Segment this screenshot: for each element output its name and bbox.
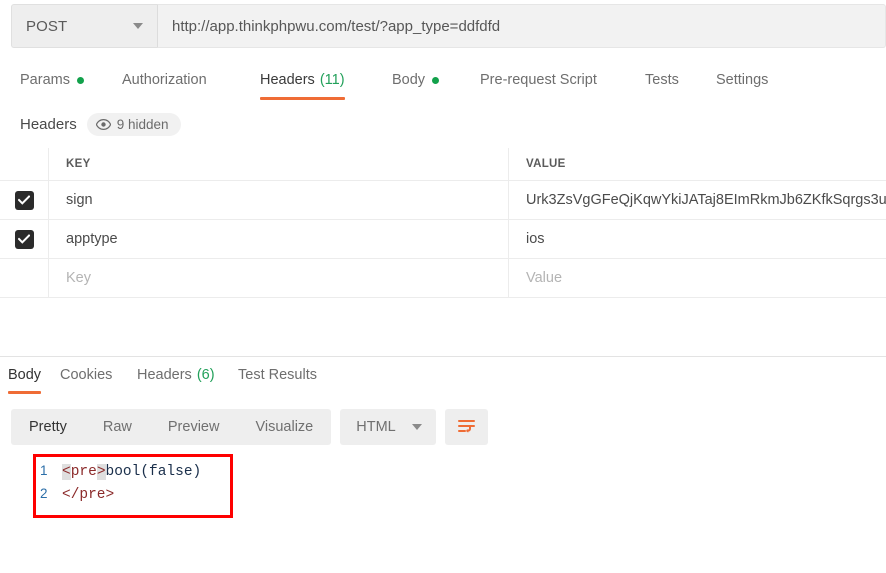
headers-table: KEY VALUE sign Urk3ZsVgGFeQjKqwYkiJATaj8E…	[0, 148, 886, 298]
row-checkbox-cell[interactable]	[0, 181, 49, 219]
view-mode-visualize[interactable]: Visualize	[237, 409, 331, 445]
response-tab-body[interactable]: Body	[8, 365, 42, 394]
response-tabs: Body Cookies Headers (6) Test Results	[0, 365, 886, 397]
code-line-content: </pre>	[62, 487, 115, 503]
view-mode-preview[interactable]: Preview	[150, 409, 238, 445]
tab-label: Params	[20, 72, 70, 88]
row-checkbox[interactable]	[14, 190, 34, 210]
line-number: 2	[40, 486, 48, 501]
request-tab-authorization[interactable]: Authorization	[122, 70, 207, 100]
tab-label: Body	[392, 72, 426, 88]
hidden-headers-toggle[interactable]: 9 hidden	[86, 113, 181, 136]
row-key-cell[interactable]: Key	[49, 259, 509, 297]
row-value-cell[interactable]: Value	[509, 259, 886, 297]
tab-status-dot	[432, 76, 440, 84]
word-wrap-icon	[458, 420, 476, 433]
view-mode-pretty[interactable]: Pretty	[11, 409, 85, 445]
request-url-bar: POST http://app.thinkphpwu.com/test/?app…	[11, 4, 886, 48]
response-format-select[interactable]: HTML	[340, 409, 437, 445]
line-number: 1	[40, 463, 48, 478]
tab-label: Headers	[260, 72, 315, 88]
table-row: apptype ios	[0, 220, 886, 259]
tab-label: Body	[8, 367, 42, 383]
code-token-text: bool(false)	[105, 464, 202, 480]
tab-label: Settings	[716, 72, 769, 88]
request-tab-pre-request-script[interactable]: Pre-request Script	[480, 70, 597, 100]
request-tabs: Params Authorization Headers (11) Body Pre-re…	[0, 70, 886, 106]
tab-count-badge: (6)	[196, 367, 215, 383]
response-tab-test-results[interactable]: Test Results	[238, 365, 317, 394]
value-input-placeholder: Value	[526, 270, 563, 286]
response-format-label: HTML	[356, 419, 396, 435]
row-value-cell[interactable]: Urk3ZsVgGFeQjKqwYkiJATaj8EImRkmJb6ZKfkSq…	[509, 181, 886, 219]
key-input-placeholder: Key	[66, 270, 91, 286]
column-header-key: KEY	[66, 158, 91, 170]
word-wrap-button[interactable]	[445, 409, 489, 445]
value-value: Urk3ZsVgGFeQjKqwYkiJATaj8EImRkmJb6ZKfkSq…	[526, 192, 886, 208]
tab-label: Headers	[137, 367, 192, 383]
tab-status-dot	[76, 76, 84, 84]
active-tab-underline	[8, 391, 42, 394]
response-tab-cookies[interactable]: Cookies	[60, 365, 112, 394]
key-value: sign	[66, 192, 93, 208]
row-checkbox[interactable]	[14, 229, 34, 249]
response-toolbar: Pretty Raw Preview Visualize HTML	[11, 409, 489, 445]
response-view-mode-group: Pretty Raw Preview Visualize	[11, 409, 332, 445]
http-method-label: POST	[26, 17, 68, 35]
code-token-open-bracket: <	[62, 464, 71, 480]
view-mode-raw[interactable]: Raw	[85, 409, 150, 445]
tab-label: Pre-request Script	[480, 72, 597, 88]
response-body-code[interactable]: 1 <pre>bool(false) 2 </pre>	[33, 454, 233, 518]
url-input[interactable]: http://app.thinkphpwu.com/test/?app_type…	[157, 4, 886, 48]
table-row: sign Urk3ZsVgGFeQjKqwYkiJATaj8EImRkmJb6ZK…	[0, 181, 886, 220]
key-value: apptype	[66, 231, 118, 247]
row-checkbox-cell[interactable]	[0, 259, 49, 297]
check-icon	[18, 234, 30, 244]
code-token-tag: pre	[70, 464, 97, 480]
code-line: 1 <pre>bool(false)	[40, 463, 220, 486]
tab-label: Authorization	[122, 72, 207, 88]
tab-count-badge: (11)	[319, 72, 345, 88]
code-line: 2 </pre>	[40, 486, 220, 509]
table-header-row: KEY VALUE	[0, 148, 886, 181]
request-tab-params[interactable]: Params	[20, 70, 84, 100]
panel-splitter[interactable]	[0, 356, 886, 357]
check-icon	[18, 195, 30, 205]
value-value: ios	[526, 231, 545, 247]
header-cell-value: VALUE	[509, 148, 886, 180]
hidden-headers-label: 9 hidden	[116, 117, 169, 132]
table-row: Key Value	[0, 259, 886, 298]
tab-label: Cookies	[60, 367, 113, 383]
chevron-down-icon	[133, 23, 143, 29]
request-tab-headers[interactable]: Headers (11)	[260, 70, 345, 100]
row-key-cell[interactable]: apptype	[49, 220, 509, 258]
header-cell-checkbox	[0, 148, 49, 180]
code-line-content: <pre>bool(false)	[62, 464, 201, 480]
row-checkbox-cell[interactable]	[0, 220, 49, 258]
eye-icon	[95, 119, 111, 130]
header-cell-key: KEY	[49, 148, 509, 180]
tab-label: Test Results	[238, 367, 317, 383]
code-token-close-bracket: >	[96, 464, 106, 480]
headers-subheader: Headers 9 hidden	[20, 113, 181, 136]
chevron-down-icon	[412, 424, 423, 430]
request-tab-settings[interactable]: Settings	[716, 70, 768, 100]
row-key-cell[interactable]: sign	[49, 181, 509, 219]
request-tab-body[interactable]: Body	[392, 70, 440, 100]
response-tab-headers[interactable]: Headers (6)	[137, 365, 215, 394]
active-tab-underline	[260, 97, 345, 100]
row-value-cell[interactable]: ios	[509, 220, 886, 258]
tab-label: Tests	[645, 72, 679, 88]
request-tab-tests[interactable]: Tests	[645, 70, 679, 100]
http-method-select[interactable]: POST	[11, 4, 157, 48]
column-header-value: VALUE	[526, 158, 566, 170]
headers-title: Headers	[20, 116, 77, 133]
